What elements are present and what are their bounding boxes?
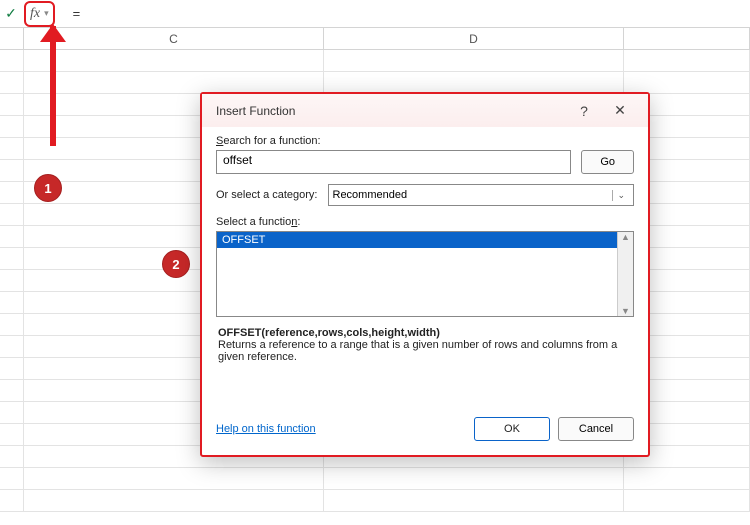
- category-select[interactable]: Recommended ⌄: [328, 184, 635, 206]
- dialog-titlebar: Insert Function ? ✕: [202, 94, 648, 127]
- scroll-down-icon: ▼: [621, 306, 630, 316]
- close-icon: ✕: [614, 102, 626, 118]
- step-badge-2: 2: [162, 250, 190, 278]
- help-link[interactable]: Help on this function: [216, 423, 474, 435]
- column-header[interactable]: D: [324, 28, 624, 50]
- category-label: Or select a category:: [216, 189, 318, 201]
- scroll-up-icon: ▲: [621, 232, 630, 242]
- formula-input[interactable]: =: [55, 6, 750, 21]
- select-function-label: Select a function:: [216, 216, 634, 228]
- search-label: Search for a function:: [216, 135, 634, 147]
- ok-button[interactable]: OK: [474, 417, 550, 441]
- category-value: Recommended: [333, 189, 408, 201]
- close-button[interactable]: ✕: [602, 102, 638, 119]
- annotation-arrow: [40, 26, 56, 146]
- dialog-title: Insert Function: [216, 104, 566, 118]
- function-synopsis: OFFSET(reference,rows,cols,height,width)…: [218, 327, 632, 363]
- chevron-down-icon: ⌄: [612, 190, 629, 201]
- step-badge-1: 1: [34, 174, 62, 202]
- list-item[interactable]: OFFSET: [217, 232, 617, 248]
- cancel-button[interactable]: Cancel: [558, 417, 634, 441]
- chevron-down-icon: ▾: [44, 8, 49, 19]
- search-input[interactable]: offset: [216, 150, 571, 174]
- formula-bar: ✓ fx ▾ =: [0, 0, 750, 28]
- go-button[interactable]: Go: [581, 150, 634, 174]
- synopsis-description: Returns a reference to a range that is a…: [218, 339, 617, 363]
- column-header[interactable]: C: [24, 28, 324, 50]
- insert-function-dialog: Insert Function ? ✕ Search for a functio…: [200, 92, 650, 457]
- dialog-footer: Help on this function OK Cancel: [202, 407, 648, 455]
- column-headers: C D: [0, 28, 750, 50]
- column-header[interactable]: [624, 28, 750, 50]
- corner-cell: [0, 28, 24, 50]
- fx-icon: fx: [30, 6, 40, 22]
- accept-icon[interactable]: ✓: [0, 2, 22, 26]
- insert-function-button[interactable]: fx ▾: [24, 1, 55, 27]
- scrollbar[interactable]: ▲ ▼: [617, 232, 633, 316]
- function-listbox[interactable]: OFFSET ▲ ▼: [216, 231, 634, 317]
- synopsis-signature: OFFSET(reference,rows,cols,height,width): [218, 327, 440, 339]
- help-button[interactable]: ?: [566, 103, 602, 119]
